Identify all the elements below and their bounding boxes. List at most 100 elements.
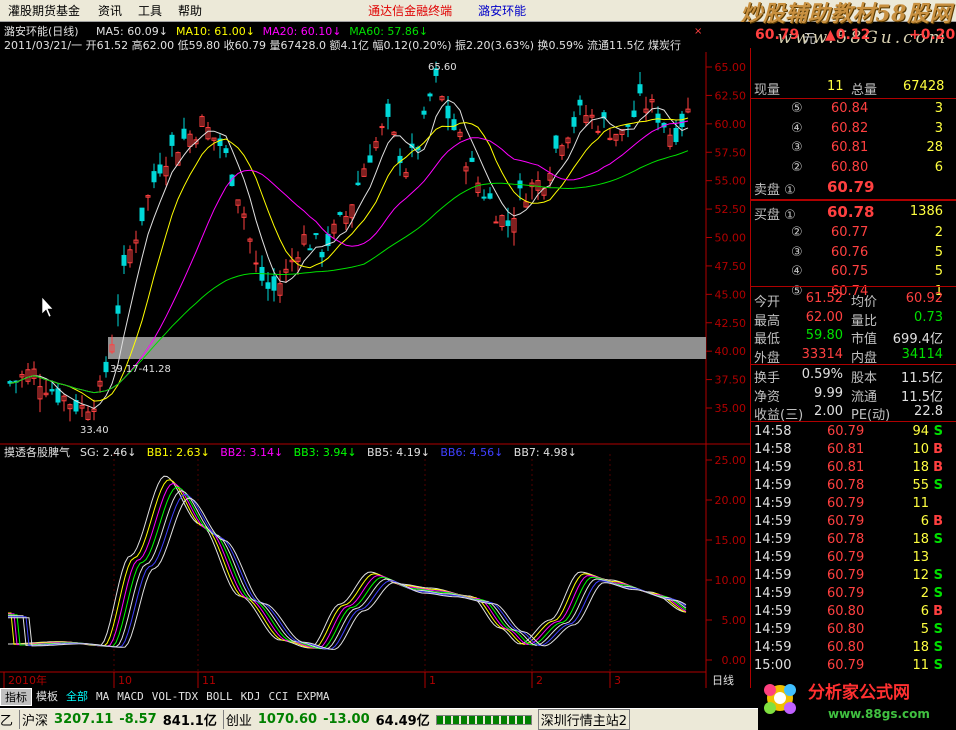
indicator-tick: 5.00 bbox=[722, 614, 747, 627]
candle-body bbox=[169, 134, 175, 146]
fund-label: 净资 bbox=[754, 389, 781, 405]
tick-price: 60.80 bbox=[827, 604, 865, 619]
candle-body bbox=[337, 212, 343, 215]
tick-row[interactable]: 14:59 60.79 13 bbox=[751, 549, 956, 568]
tick-time: 15:00 bbox=[754, 658, 792, 673]
ask-row: ④ 60.82 3 bbox=[751, 120, 956, 139]
indicator-label-0: SG: 2.46↓ bbox=[80, 446, 136, 459]
candle-body bbox=[379, 126, 385, 129]
tick-price: 60.80 bbox=[827, 622, 865, 637]
tick-vol: 2 bbox=[920, 586, 929, 601]
tick-side: S bbox=[933, 532, 943, 547]
tick-row[interactable]: 14:58 60.79 94 S bbox=[751, 423, 956, 442]
price-change: ▲0.12 bbox=[825, 27, 871, 43]
ask-row: ② 60.80 6 bbox=[751, 159, 956, 178]
indicator-label-4: BB5: 4.19↓ bbox=[367, 446, 430, 459]
bid-price: 60.75 bbox=[831, 264, 869, 279]
tab-4[interactable]: MACD bbox=[113, 688, 148, 706]
tick-price: 60.81 bbox=[827, 460, 865, 475]
bid-row: ④ 60.75 5 bbox=[751, 263, 956, 282]
candle-body bbox=[265, 282, 271, 289]
tick-row[interactable]: 14:59 60.80 5 S bbox=[751, 621, 956, 640]
tab-2[interactable]: 全部 bbox=[62, 688, 92, 706]
tick-row[interactable]: 14:59 60.78 18 S bbox=[751, 531, 956, 550]
tick-price: 60.78 bbox=[827, 478, 865, 493]
stat-row: 最高 62.00 量比 0.73 bbox=[751, 309, 956, 329]
ask-level: ② bbox=[791, 159, 803, 175]
ma-label-1: MA10: 61.00↓ bbox=[176, 25, 255, 38]
tab-6[interactable]: BOLL bbox=[202, 688, 237, 706]
tab-9[interactable]: EXPMA bbox=[292, 688, 333, 706]
chart-area[interactable]: 潞安环能(日线) MA5: 60.09↓ MA10: 61.00↓ MA20: 60… bbox=[0, 22, 750, 688]
stock-tab[interactable]: 潞安环能 bbox=[470, 2, 534, 19]
tick-price: 60.79 bbox=[827, 586, 865, 601]
candle-body bbox=[367, 155, 373, 163]
menu-news[interactable]: 资讯 bbox=[90, 2, 130, 19]
price-tick: 50.00 bbox=[715, 232, 747, 245]
candle-body bbox=[319, 251, 325, 258]
period-label[interactable]: 日线 bbox=[712, 673, 734, 687]
ask-price: 60.82 bbox=[831, 120, 869, 136]
tick-row[interactable]: 15:00 60.79 11 S bbox=[751, 657, 956, 676]
candle-body bbox=[253, 262, 259, 265]
stat-value: 62.00 bbox=[805, 309, 843, 325]
tick-vol: 6 bbox=[920, 514, 929, 529]
promo-link[interactable]: 通达信金融终端 bbox=[360, 2, 460, 19]
server-label[interactable]: 深圳行情主站2 bbox=[537, 709, 631, 730]
menu-tools[interactable]: 工具 bbox=[130, 2, 170, 19]
candle-body bbox=[505, 220, 511, 227]
stat-value: 59.80 bbox=[805, 328, 843, 343]
tick-row[interactable]: 14:59 60.80 6 B bbox=[751, 603, 956, 622]
candle-body bbox=[481, 196, 487, 199]
index1-change: -8.57 bbox=[119, 712, 157, 727]
tick-time: 14:58 bbox=[754, 442, 792, 457]
last-price: 60.79 bbox=[755, 27, 800, 43]
tab-7[interactable]: KDJ bbox=[237, 688, 265, 706]
fund-row: 换手 0.59% 股本 11.5亿 bbox=[751, 366, 956, 386]
stat-label: 量比 bbox=[851, 313, 878, 329]
volume-label: 现量 bbox=[754, 83, 781, 98]
tick-row[interactable]: 14:59 60.79 12 S bbox=[751, 567, 956, 586]
tick-row[interactable]: 14:59 60.79 11 bbox=[751, 495, 956, 514]
ask1-price: 60.79 bbox=[827, 178, 875, 196]
fund-value: 0.59% bbox=[801, 367, 843, 382]
fund-value: 9.99 bbox=[814, 385, 843, 401]
logo-text: 分析家公式网 bbox=[808, 682, 910, 703]
tab-1[interactable]: 模板 bbox=[32, 688, 62, 706]
tab-5[interactable]: VOL-TDX bbox=[148, 688, 202, 706]
candle-body bbox=[469, 157, 475, 162]
tick-side: S bbox=[933, 568, 943, 583]
ask1-label: 卖盘 ① bbox=[754, 183, 796, 198]
index2-value: 1070.60 bbox=[257, 712, 318, 727]
tick-row[interactable]: 14:59 60.78 55 S bbox=[751, 477, 956, 496]
indicator-tick: 15.00 bbox=[715, 534, 747, 547]
menu-help[interactable]: 帮助 bbox=[170, 2, 210, 19]
tick-vol: 12 bbox=[912, 568, 929, 583]
status-lead: 乙 bbox=[0, 714, 14, 729]
tick-vol: 18 bbox=[912, 640, 929, 655]
fund-row: 净资 9.99 流通 11.5亿 bbox=[751, 385, 956, 405]
candle-body bbox=[487, 193, 493, 199]
tick-side: S bbox=[933, 658, 943, 673]
bid-vol: 5 bbox=[934, 264, 943, 279]
brand-watermark: 炒股辅助教材58股网 bbox=[740, 1, 952, 27]
tab-3[interactable]: MA bbox=[92, 688, 113, 706]
bid-row: ② 60.77 2 bbox=[751, 224, 956, 243]
tick-price: 60.79 bbox=[827, 568, 865, 583]
tick-row[interactable]: 14:59 60.79 2 S bbox=[751, 585, 956, 604]
tick-price: 60.78 bbox=[827, 532, 865, 547]
tick-row[interactable]: 14:59 60.80 18 S bbox=[751, 639, 956, 658]
stat-value: 60.92 bbox=[905, 291, 943, 306]
price-tick: 42.50 bbox=[715, 317, 747, 330]
tick-row[interactable]: 14:59 60.79 6 B bbox=[751, 513, 956, 532]
tab-8[interactable]: CCI bbox=[264, 688, 292, 706]
tab-0[interactable]: 指标 bbox=[0, 688, 32, 706]
index2-name[interactable]: 创业 bbox=[222, 710, 252, 729]
kline-chart[interactable]: 潞安环能(日线) MA5: 60.09↓ MA10: 61.00↓ MA20: 60… bbox=[0, 22, 750, 688]
close-icon[interactable]: × bbox=[694, 26, 702, 37]
tick-row[interactable]: 14:59 60.81 18 B bbox=[751, 459, 956, 478]
stat-label: 最低 bbox=[754, 332, 781, 347]
index1-name[interactable]: 沪深 bbox=[19, 710, 48, 729]
tick-row[interactable]: 14:58 60.81 10 B bbox=[751, 441, 956, 460]
logo-url: www.88gs.com bbox=[828, 707, 930, 721]
